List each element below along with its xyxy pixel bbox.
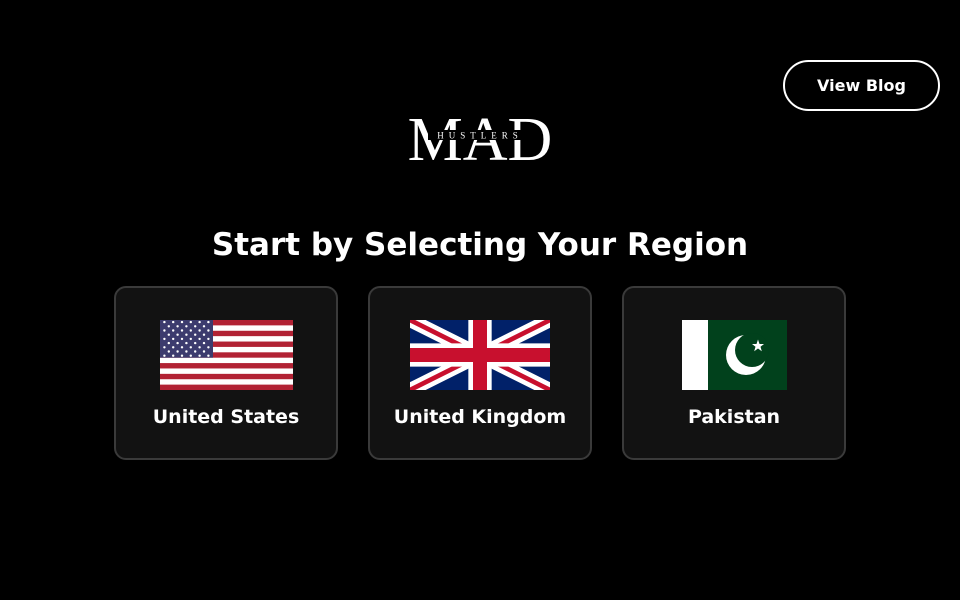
region-cards: United States United Kingdom Pakistan [114, 286, 846, 460]
region-card-pakistan[interactable]: Pakistan [622, 286, 846, 460]
region-label: Pakistan [687, 406, 781, 428]
page-title: Start by Selecting Your Region [211, 227, 749, 263]
region-select-page: View Blog MAD HUSTLERS Start by Selectin… [0, 0, 960, 600]
pakistan-flag-icon [624, 320, 844, 390]
region-card-united-kingdom[interactable]: United Kingdom [368, 286, 592, 460]
mad-hustlers-logo: MAD HUSTLERS [390, 102, 570, 168]
region-label: United Kingdom [393, 406, 567, 428]
view-blog-button[interactable]: View Blog [783, 60, 940, 111]
logo-tagline: HUSTLERS [437, 131, 523, 141]
region-card-united-states[interactable]: United States [114, 286, 338, 460]
region-label: United States [152, 406, 300, 428]
uk-flag-icon [370, 320, 590, 390]
us-flag-icon [116, 320, 336, 390]
